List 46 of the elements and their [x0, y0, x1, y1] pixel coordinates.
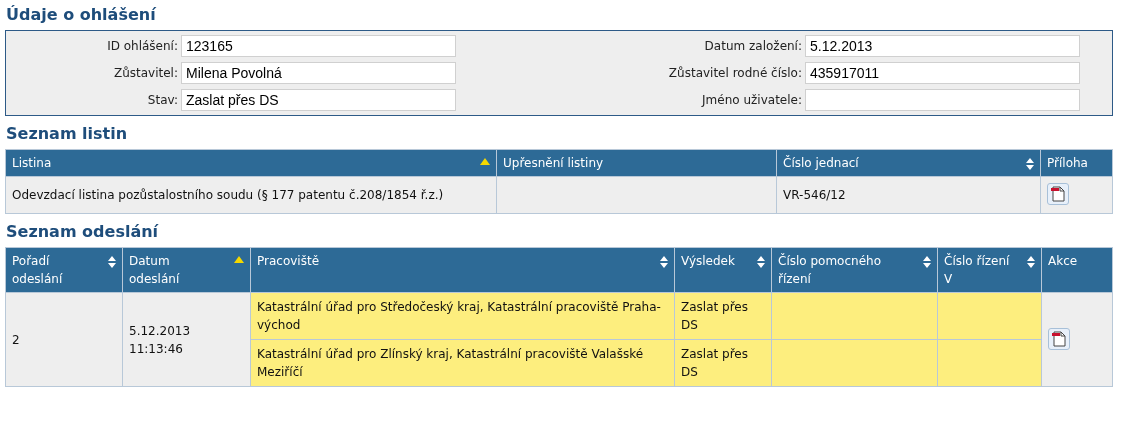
field-label: Datum založení: [703, 39, 802, 53]
column-header[interactable]: Pracoviště [250, 247, 675, 293]
table-cell: 5.12.2013 11:13:46 [122, 292, 251, 387]
column-header[interactable]: Výsledek [674, 247, 772, 293]
document-icon [1052, 330, 1066, 347]
table-cell: Katastrální úřad pro Zlínský kraj, Katastrální pracoviště Valašské Meziříčí [250, 339, 675, 387]
field-label: Jméno uživatele: [700, 93, 802, 107]
table-cell: Zaslat přes DS [674, 339, 772, 387]
sort-icon[interactable] [757, 256, 765, 268]
column-header[interactable]: Datum odeslání [122, 247, 251, 293]
input-field[interactable]: 123165 [181, 35, 456, 57]
column-header[interactable]: Číslo řízení V [937, 247, 1042, 293]
field-label: Stav: [146, 93, 178, 107]
column-header[interactable]: Číslo jednací [776, 149, 1041, 177]
column-header[interactable]: Pořadí odeslání [5, 247, 123, 293]
sort-icon[interactable] [108, 256, 116, 268]
section-title: Údaje o ohlášení [5, 4, 157, 26]
sort-icon[interactable] [1027, 256, 1035, 268]
table-cell: Katastrální úřad pro Středočeský kraj, Katastrální pracoviště Praha-východ [250, 292, 675, 340]
column-header[interactable]: Číslo pomocného řízení [771, 247, 938, 293]
input-field[interactable]: 435917011 [805, 62, 1080, 84]
column-header[interactable]: Akce [1041, 247, 1113, 293]
sort-ascending-icon[interactable] [234, 256, 244, 264]
table-cell: Odevzdací listina pozůstalostního soudu (§ 177 patentu č.208/1854 ř.z.) [5, 176, 497, 214]
column-header[interactable]: Upřesnění listiny [496, 149, 777, 177]
column-header[interactable]: Příloha [1040, 149, 1113, 177]
sort-ascending-icon[interactable] [480, 158, 490, 166]
input-field[interactable]: Milena Povolná [181, 62, 456, 84]
document-icon [1051, 186, 1065, 202]
input-field[interactable]: 5.12.2013 [805, 35, 1080, 57]
sort-icon[interactable] [923, 256, 931, 268]
section-title: Seznam listin [5, 123, 129, 145]
attachment-button[interactable] [1048, 327, 1070, 350]
sort-icon[interactable] [660, 256, 668, 268]
column-header[interactable]: Listina [5, 149, 497, 177]
attachment-button[interactable] [1047, 183, 1069, 205]
field-label: ID ohlášení: [106, 39, 178, 53]
sort-icon[interactable] [1026, 158, 1034, 170]
field-label: Zůstavitel: [112, 66, 178, 80]
input-field[interactable] [805, 89, 1080, 111]
table-cell: VR-546/12 [776, 176, 1041, 214]
section-title: Seznam odeslání [5, 221, 160, 243]
table-cell: Zaslat přes DS [674, 292, 772, 340]
input-field[interactable]: Zaslat přes DS [181, 89, 456, 111]
table-cell: 2 [5, 292, 123, 387]
field-label: Zůstavitel rodné číslo: [667, 66, 802, 80]
